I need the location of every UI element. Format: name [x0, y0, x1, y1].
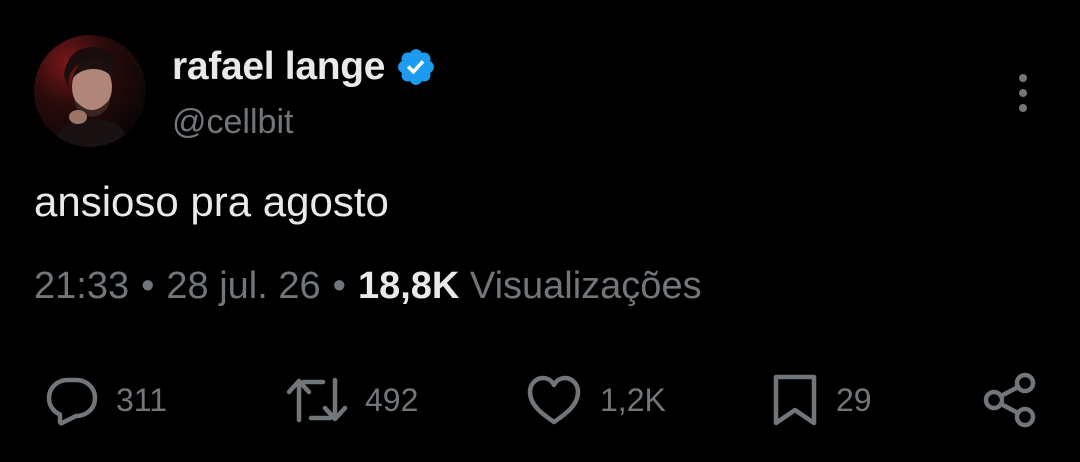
more-options-icon[interactable]: [1007, 70, 1039, 116]
like-count: 1,2K: [600, 381, 666, 418]
retweet-button[interactable]: 492: [285, 360, 418, 440]
verified-badge-icon[interactable]: [395, 46, 437, 88]
reply-icon: [46, 377, 98, 426]
bookmark-icon: [773, 374, 817, 426]
heart-icon: [527, 375, 581, 425]
tweet-text: ansioso pra agosto: [34, 178, 389, 225]
tweet-date[interactable]: 28 jul. 26: [166, 265, 320, 307]
avatar-image: [34, 35, 146, 147]
tweet-card: rafael lange @cellbit ansioso pra agosto…: [0, 0, 1080, 462]
avatar[interactable]: [34, 35, 146, 147]
meta-separator: •: [332, 265, 346, 307]
meta-separator: •: [141, 265, 155, 307]
views-label[interactable]: Visualizações: [470, 265, 702, 307]
tweet-meta: 21:33 • 28 jul. 26 • 18,8K Visualizações: [34, 265, 702, 308]
reply-count: 311: [116, 381, 168, 418]
like-button[interactable]: 1,2K: [524, 360, 666, 440]
author-display-name[interactable]: rafael lange: [172, 45, 385, 89]
share-icon: [983, 372, 1036, 428]
action-bar: 311 492 1,2K 29: [0, 360, 1080, 440]
views-count[interactable]: 18,8K: [358, 265, 459, 307]
reply-button[interactable]: 311: [44, 360, 167, 440]
bookmark-button[interactable]: 29: [770, 360, 872, 440]
tweet-time[interactable]: 21:33: [34, 265, 129, 307]
author-name-row: rafael lange: [172, 42, 437, 92]
retweet-icon: [286, 377, 348, 423]
bookmark-count: 29: [836, 381, 872, 418]
share-button[interactable]: [980, 360, 1040, 440]
retweet-count: 492: [365, 381, 419, 418]
author-handle[interactable]: @cellbit: [172, 103, 293, 142]
